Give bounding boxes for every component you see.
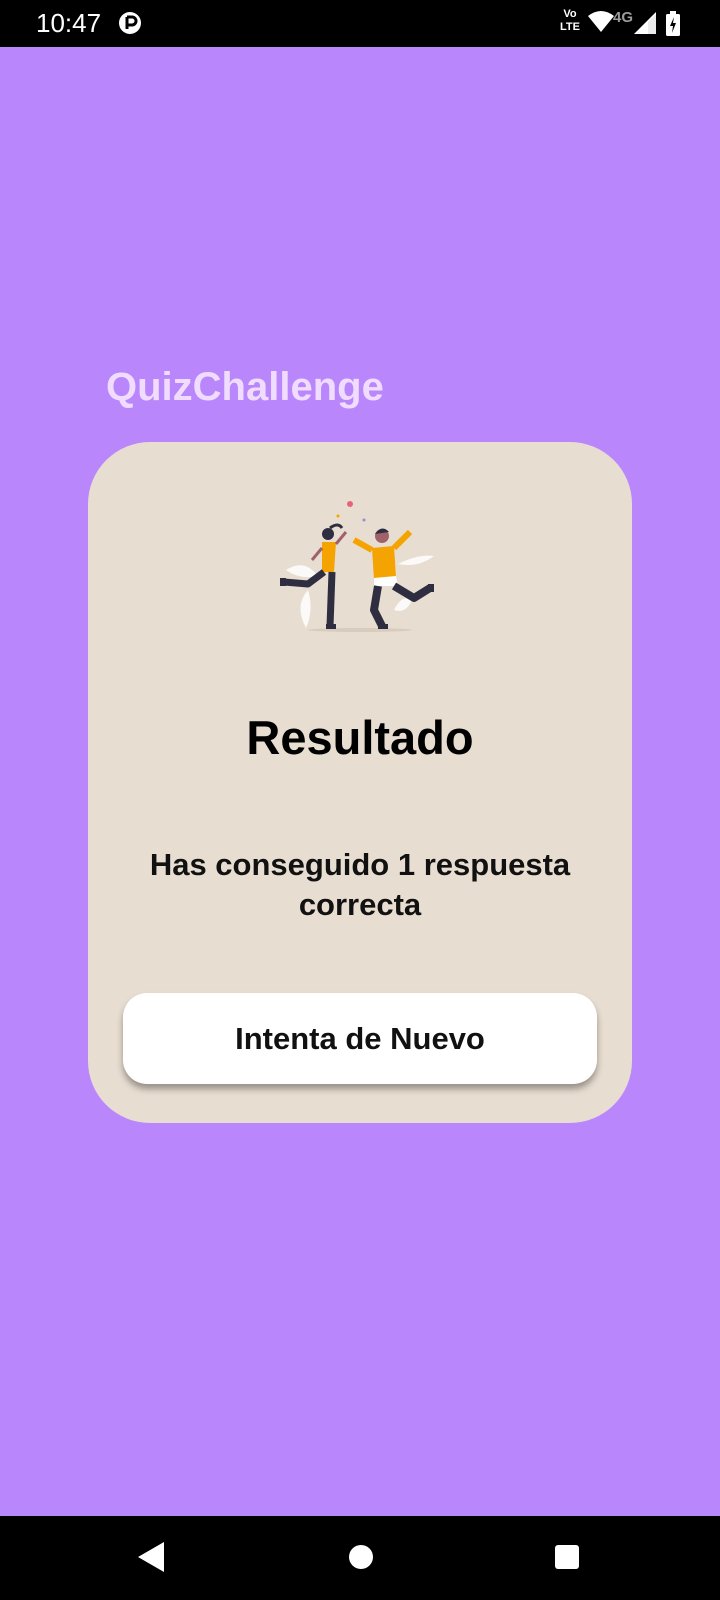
retry-button[interactable]: Intenta de Nuevo [123, 993, 597, 1084]
result-message: Has conseguido 1 respuesta correcta [149, 847, 571, 922]
screen: 10:47 Vo LTE 4G QuizChallenge Resultado … [0, 0, 720, 1600]
signal-icon [634, 12, 656, 34]
back-icon[interactable] [138, 1542, 164, 1572]
status-bar: 10:47 Vo LTE 4G [0, 0, 720, 47]
status-time: 10:47 [36, 8, 102, 38]
app-notification-icon [119, 12, 141, 34]
volte-bottom-label: LTE [560, 21, 580, 33]
network-type: 4G [613, 9, 634, 26]
home-icon[interactable] [348, 1544, 374, 1570]
volte-indicator: Vo LTE [556, 8, 584, 34]
battery-icon [666, 11, 680, 36]
result-title: Resultado [246, 711, 474, 764]
recents-icon[interactable] [554, 1544, 580, 1570]
wifi-icon [588, 11, 614, 32]
app-title: QuizChallenge [106, 365, 384, 409]
people-celebrating-illustration [280, 501, 434, 632]
navigation-bar [0, 1516, 720, 1600]
volte-top-label: Vo [563, 8, 577, 20]
result-card: Resultado Has conseguido 1 respuesta cor… [88, 442, 632, 1123]
